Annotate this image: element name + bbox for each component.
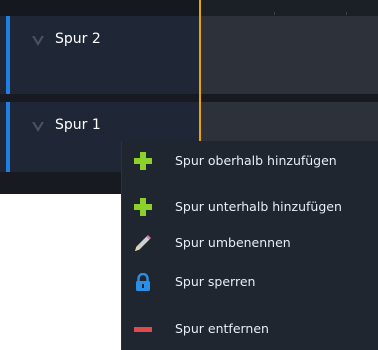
timeline-ruler[interactable] bbox=[200, 0, 378, 16]
pencil-icon bbox=[135, 235, 151, 251]
ruler-tick bbox=[274, 12, 275, 15]
track-label: Spur 1 bbox=[55, 117, 101, 133]
track-color-marker bbox=[6, 102, 10, 172]
lock-icon bbox=[136, 273, 150, 291]
track-context-menu: Spur oberhalb hinzufügen Spur unterhalb … bbox=[122, 141, 378, 350]
chevron-down-icon[interactable] bbox=[32, 122, 44, 132]
editor-stage: Spur 2 Spur 1 Spur oberhalb hinzufügen S… bbox=[0, 0, 378, 350]
minus-icon bbox=[134, 327, 152, 332]
track-color-marker bbox=[6, 16, 10, 94]
ruler-tick bbox=[346, 12, 347, 15]
menu-item-lock-track[interactable]: Spur sperren bbox=[122, 265, 378, 299]
track-header[interactable]: Spur 2 bbox=[0, 16, 200, 94]
menu-item-label: Spur entfernen bbox=[175, 321, 269, 336]
track-row-spur-2[interactable]: Spur 2 bbox=[0, 16, 378, 94]
track-divider bbox=[0, 94, 378, 102]
menu-item-label: Spur oberhalb hinzufügen bbox=[175, 153, 337, 168]
menu-item-label: Spur unterhalb hinzufügen bbox=[175, 199, 342, 214]
plus-icon bbox=[134, 198, 152, 216]
menu-item-rename-track[interactable]: Spur umbenennen bbox=[122, 226, 378, 260]
menu-item-add-track-above[interactable]: Spur oberhalb hinzufügen bbox=[122, 144, 378, 178]
chevron-down-icon[interactable] bbox=[32, 36, 44, 46]
plus-icon bbox=[134, 152, 152, 170]
menu-item-add-track-below[interactable]: Spur unterhalb hinzufügen bbox=[122, 190, 378, 224]
track-label: Spur 2 bbox=[55, 31, 101, 47]
menu-item-label: Spur umbenennen bbox=[175, 235, 291, 250]
menu-item-label: Spur sperren bbox=[175, 274, 256, 289]
menu-item-remove-track[interactable]: Spur entfernen bbox=[122, 312, 378, 346]
track-content-area[interactable] bbox=[200, 16, 378, 94]
